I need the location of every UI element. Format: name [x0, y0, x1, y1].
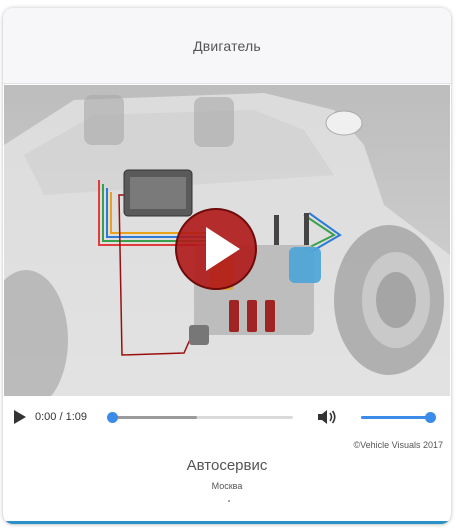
volume-icon[interactable] [316, 408, 338, 426]
company-city: Москва [211, 481, 243, 491]
current-time: 0:00 [35, 411, 57, 423]
video-credit: ©Vehicle Visuals 2017 [353, 440, 443, 450]
volume-fill [361, 416, 430, 419]
company-name: Автосервис [186, 457, 268, 474]
play-icon [175, 208, 257, 290]
player-controls: 0:00 / 1:09 [3, 397, 451, 437]
play-overlay-button[interactable] [174, 207, 258, 291]
time-separator: / [56, 411, 66, 423]
time-display: 0:00 / 1:09 [35, 411, 87, 423]
progress-bar[interactable] [107, 412, 293, 423]
separator-dot [228, 500, 230, 502]
volume-thumb[interactable] [425, 412, 436, 423]
progress-buffered [112, 416, 198, 419]
play-button[interactable] [13, 409, 27, 425]
video-card: Двигатель 0:00 / 1:09 ©Vehicle Visuals 2… [3, 8, 451, 524]
volume-slider[interactable] [361, 412, 436, 423]
bottom-accent-bar [3, 521, 451, 524]
duration: 1:09 [65, 411, 88, 423]
progress-thumb[interactable] [107, 412, 118, 423]
card-header: Двигатель [3, 8, 451, 84]
video-frame[interactable] [4, 85, 450, 396]
card-title: Двигатель [193, 37, 261, 54]
